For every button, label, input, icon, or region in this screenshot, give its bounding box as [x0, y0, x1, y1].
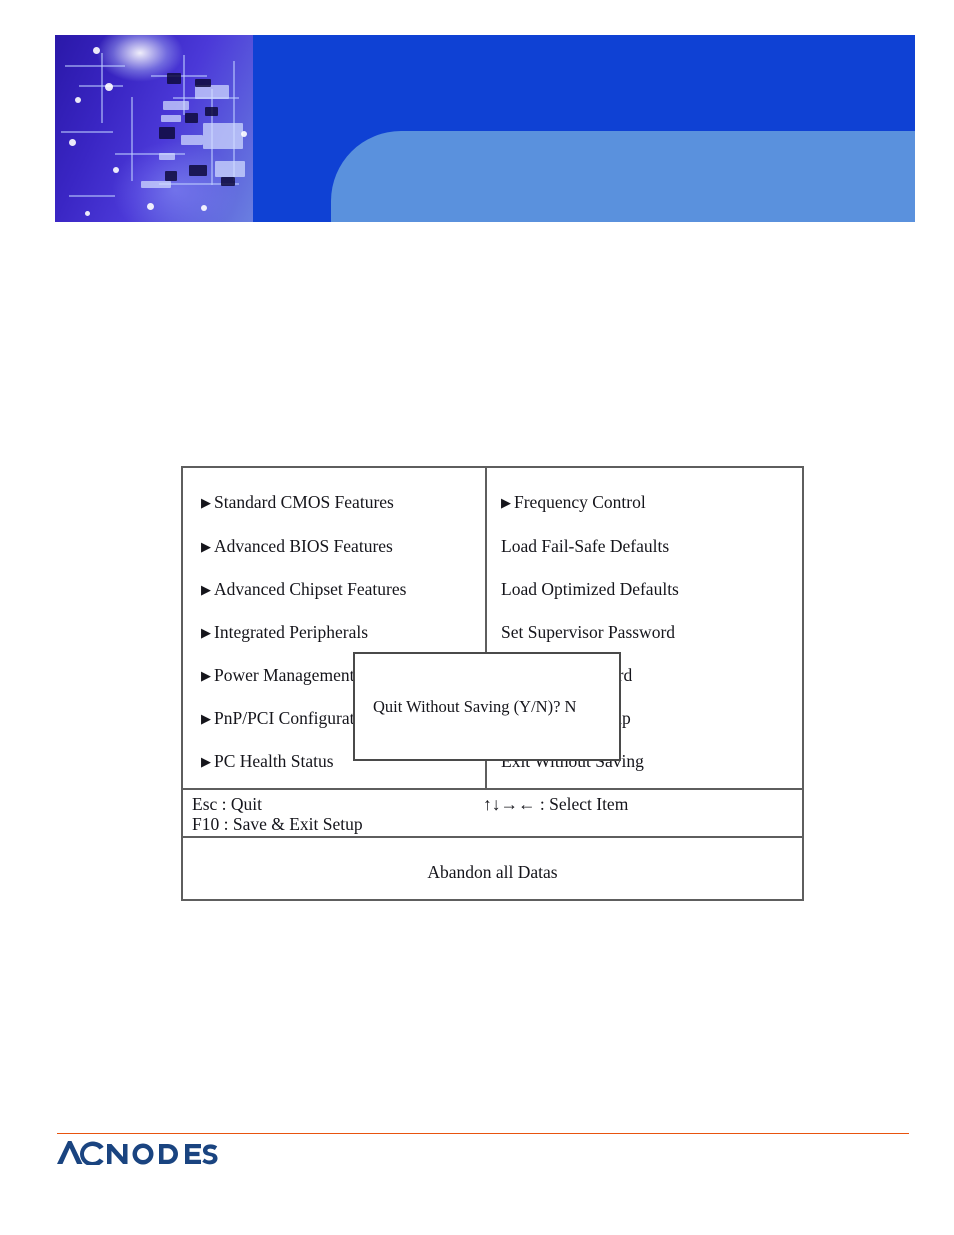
menu-arrow-icon: ▶	[201, 582, 211, 597]
footer-divider-rule	[57, 1133, 909, 1134]
menu-item-label: Integrated Peripherals	[214, 622, 369, 642]
bios-key-hints-bar: Esc : Quit F10 : Save & Exit Setup ↑↓→← …	[183, 788, 802, 838]
menu-item-label: Advanced BIOS Features	[214, 536, 393, 556]
menu-item-frequency-control[interactable]: ▶ Frequency Control	[501, 492, 646, 513]
circuit-board-photo	[55, 35, 253, 222]
bios-status-message-bar: Abandon all Datas	[183, 838, 802, 899]
menu-arrow-icon: ▶	[201, 754, 211, 769]
banner-accent-shape	[331, 131, 915, 222]
quit-dialog-prompt: Quit Without Saving (Y/N)? N	[373, 697, 577, 716]
menu-item-label: Set Supervisor Password	[501, 622, 676, 642]
hint-esc-quit: Esc : Quit	[192, 794, 262, 814]
header-banner	[55, 35, 915, 222]
menu-arrow-icon: ▶	[201, 495, 211, 510]
acnodes-logo	[55, 1140, 220, 1165]
menu-item-advanced-chipset-features[interactable]: ▶ Advanced Chipset Features	[201, 579, 406, 600]
menu-item-label: PC Health Status	[214, 751, 334, 771]
menu-item-label: Advanced Chipset Features	[214, 579, 407, 599]
menu-arrow-icon: ▶	[201, 711, 211, 726]
menu-item-label: Standard CMOS Features	[214, 492, 394, 512]
menu-item-load-fail-safe-defaults[interactable]: Load Fail-Safe Defaults	[501, 536, 669, 556]
menu-item-standard-cmos-features[interactable]: ▶ Standard CMOS Features	[201, 492, 394, 513]
menu-item-load-optimized-defaults[interactable]: Load Optimized Defaults	[501, 579, 679, 599]
menu-arrow-icon: ▶	[501, 495, 511, 510]
menu-arrow-icon: ▶	[201, 625, 211, 640]
quit-without-saving-dialog[interactable]: Quit Without Saving (Y/N)? N	[353, 652, 621, 761]
menu-arrow-icon: ▶	[201, 668, 211, 683]
menu-item-pc-health-status[interactable]: ▶ PC Health Status	[201, 751, 334, 772]
menu-arrow-icon: ▶	[201, 539, 211, 554]
menu-item-integrated-peripherals[interactable]: ▶ Integrated Peripherals	[201, 622, 368, 643]
bios-status-message: Abandon all Datas	[427, 862, 558, 882]
menu-item-advanced-bios-features[interactable]: ▶ Advanced BIOS Features	[201, 536, 393, 557]
hint-select-item: ↑↓→← : Select Item	[483, 794, 629, 814]
menu-item-label: Frequency Control	[514, 492, 646, 512]
menu-item-label: Load Fail-Safe Defaults	[501, 536, 670, 556]
menu-item-label: Load Optimized Defaults	[501, 579, 679, 599]
menu-item-set-supervisor-password[interactable]: Set Supervisor Password	[501, 622, 675, 642]
hint-f10-save-exit: F10 : Save & Exit Setup	[192, 814, 363, 834]
